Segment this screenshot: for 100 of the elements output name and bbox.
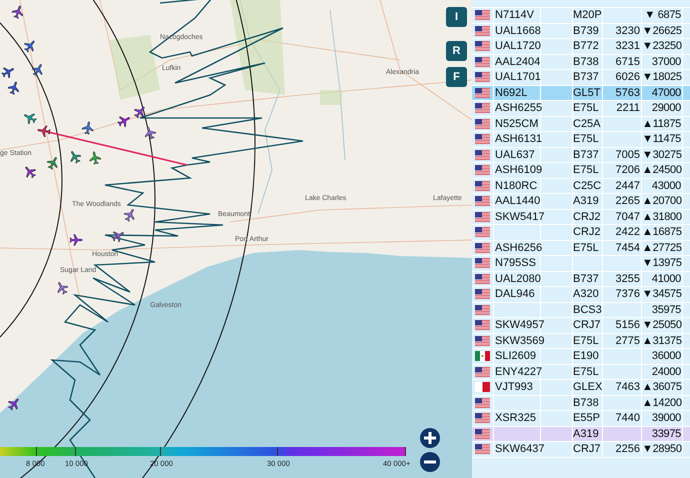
airplane-icon[interactable] (2, 68, 14, 78)
aircraft-row[interactable]: N7114V M20P ▼ 6875 (472, 8, 690, 24)
airplane-icon[interactable] (8, 398, 19, 410)
aircraft-row[interactable]: ASH6131 E75L ▼11475 (472, 132, 690, 148)
aircraft-row[interactable]: ASH6255 E75L 2211 29000 (472, 101, 690, 116)
altitude-text: ▲36075 (642, 381, 682, 393)
aircraft-row[interactable]: UAL1720 B772 3231 ▼23250 (472, 39, 690, 54)
aircraft-type-text: E75L (573, 102, 599, 114)
squawk-text: 7376 (616, 288, 640, 300)
callsign-text: ASH6255 (495, 102, 542, 114)
airplane-icon[interactable] (32, 64, 42, 77)
squawk-text: 5763 (616, 86, 640, 98)
aircraft-row[interactable]: VJT993 GLEX 7463 ▲36075 (472, 380, 690, 396)
map-toggle-button[interactable]: R (446, 41, 467, 61)
airplane-icon[interactable] (90, 151, 102, 165)
airplane-icon[interactable] (118, 116, 130, 128)
aircraft-type-text: B739 (573, 24, 599, 36)
aircraft-row[interactable]: UAL637 B737 7005 ▼30275 (472, 148, 690, 163)
aircraft-type-text: A319 (573, 195, 599, 207)
aircraft-row[interactable]: BCS3 35975 (472, 302, 690, 318)
airplane-icon[interactable] (144, 126, 156, 140)
aircraft-row[interactable]: ASH6256 E75L 7454 ▲27725 (472, 240, 690, 256)
airplane-icon[interactable] (134, 106, 145, 118)
squawk-text: 6026 (616, 71, 640, 83)
aircraft-row[interactable]: UAL2080 B737 3255 41000 (472, 272, 690, 287)
airplane-icon[interactable] (70, 151, 82, 164)
aircraft-row[interactable]: ENY4227 E75L 24000 (472, 364, 690, 380)
aircraft-row[interactable]: N180RC C25C 2447 43000 (472, 178, 690, 194)
aircraft-row[interactable]: ASH6109 E75L 7206 ▲24500 (472, 163, 690, 178)
aircraft-type-text: E75L (573, 334, 599, 346)
callsign-text: N692L (495, 86, 528, 98)
callsign-text: N180RC (495, 180, 538, 192)
squawk-text: 2256 (616, 443, 640, 455)
callsign-text: N7114V (495, 9, 534, 21)
airplane-icon[interactable] (82, 121, 94, 135)
callsign-text: N795SS (495, 257, 536, 269)
airplane-icon[interactable] (12, 6, 23, 19)
airplane-icon[interactable] (25, 166, 36, 178)
airplane-icon[interactable] (24, 40, 35, 52)
callsign-text: UAL1668 (495, 24, 541, 36)
map-toggle-button[interactable]: I (446, 7, 467, 27)
callsign-text: ASH6131 (495, 133, 542, 145)
altitude-text: ▲20700 (642, 195, 682, 207)
altitude-text: 29000 (652, 102, 681, 114)
altitude-text: ▼25050 (642, 319, 682, 331)
squawk-text: 7005 (616, 148, 640, 160)
altitude-text: ▼34575 (642, 288, 682, 300)
aircraft-row[interactable]: DAL946 A320 7376 ▼34575 (472, 287, 690, 302)
callsign-text: AAL1440 (495, 195, 540, 207)
aircraft-row[interactable]: SLI2609 E190 36000 (472, 349, 690, 364)
aircraft-row[interactable]: SKW4957 CRJ7 5156 ▼25050 (472, 318, 690, 334)
aircraft-type-text: E75L (573, 133, 599, 145)
callsign-text: SKW4957 (495, 319, 545, 331)
aircraft-row[interactable]: UAL1701 B737 6026 ▼18025 (472, 70, 690, 86)
airplane-icon[interactable] (37, 126, 51, 138)
altitude-text: 37000 (652, 56, 681, 68)
aircraft-type-text: GL5T (573, 86, 601, 98)
aircraft-row[interactable]: A319 33975 (472, 426, 690, 442)
altitude-text: 39000 (652, 412, 681, 424)
aircraft-row[interactable]: N692L GL5T 5763 47000 (472, 86, 690, 101)
airplane-icon[interactable] (58, 282, 68, 294)
aircraft-row[interactable]: N525CM C25A ▲11875 (472, 116, 690, 132)
squawk-text: 7463 (616, 381, 640, 393)
aircraft-row[interactable]: AAL2404 B738 6715 37000 (472, 54, 690, 70)
callsign-text: SKW3569 (495, 334, 545, 346)
squawk-text: 7454 (616, 242, 640, 254)
zoom-out-icon[interactable] (420, 452, 440, 472)
aircraft-row[interactable]: XSR325 E55P 7440 39000 (472, 411, 690, 426)
aircraft-type-text: B737 (573, 148, 599, 160)
airplane-icon[interactable] (46, 157, 58, 170)
altitude-text: ▼26625 (642, 24, 682, 36)
airplane-icon[interactable] (124, 209, 134, 222)
aircraft-type-text: E55P (573, 412, 600, 424)
altitude-text: ▼13975 (642, 257, 682, 269)
map-toggle-button[interactable]: F (446, 67, 467, 87)
altitude-text: ▼ 6875 (644, 9, 681, 21)
aircraft-row[interactable]: SKW5417 CRJ2 7047 ▲31800 (472, 210, 690, 225)
altitude-text: ▲16875 (642, 226, 682, 238)
aircraft-type-text: CRJ2 (573, 226, 601, 238)
aircraft-type-text: E190 (573, 350, 599, 362)
airplane-icon[interactable] (24, 114, 37, 124)
aircraft-row[interactable]: N795SS ▼13975 (472, 256, 690, 272)
squawk-text: 2422 (616, 226, 640, 238)
airplane-icon[interactable] (112, 232, 124, 242)
aircraft-row[interactable]: B738 ▲14200 (472, 396, 690, 411)
aircraft-row[interactable]: AAL1440 A319 2265 ▲20700 (472, 194, 690, 210)
airplane-icon[interactable] (70, 234, 83, 246)
zoom-in-icon[interactable] (420, 428, 440, 448)
callsign-text: UAL1701 (495, 71, 541, 83)
aircraft-row[interactable]: SKW3569 E75L 2775 ▲31375 (472, 334, 690, 349)
aircraft-row[interactable]: CRJ2 2422 ▲16875 (472, 225, 690, 240)
aircraft-type-text: BCS3 (573, 304, 602, 316)
aircraft-row[interactable]: UAL1668 B739 3230 ▼26625 (472, 24, 690, 39)
aircraft-type-text: GLEX (573, 381, 602, 393)
altitude-text: ▼18025 (642, 71, 682, 83)
airplane-icon[interactable] (8, 82, 19, 95)
squawk-text: 7440 (616, 412, 640, 424)
aircraft-type-text: CRJ7 (573, 319, 601, 331)
aircraft-row[interactable]: SKW6437 CRJ7 2256 ▼28950 (472, 442, 690, 458)
aircraft-type-text: C25C (573, 180, 602, 192)
